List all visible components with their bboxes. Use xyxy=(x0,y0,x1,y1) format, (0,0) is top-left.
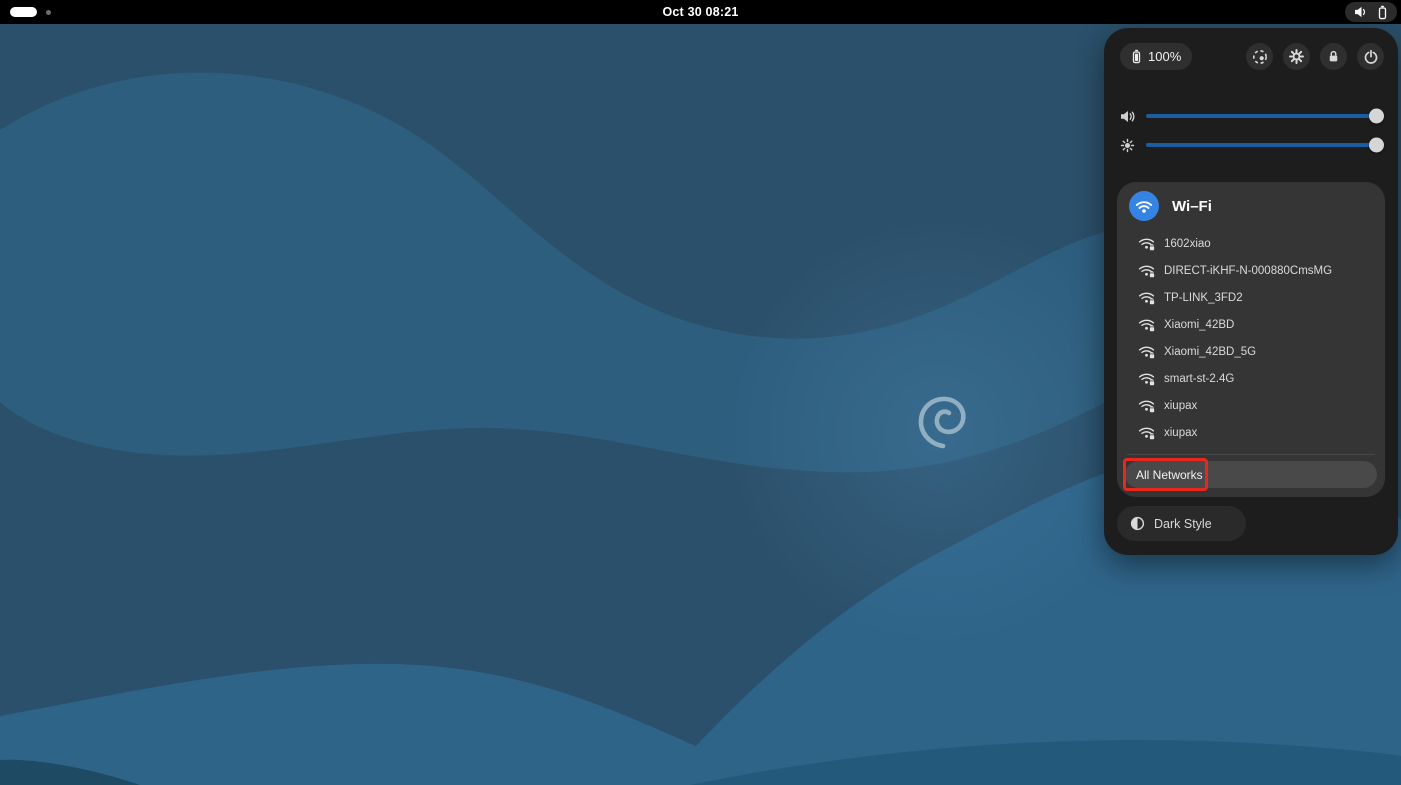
quick-settings-panel: 100% xyxy=(1104,28,1398,555)
network-name: Xiaomi_42BD xyxy=(1164,319,1234,331)
wifi-network-list: 1602xiao DIRECT-iKHF-N-000880CmsMG TP-LI… xyxy=(1117,230,1385,446)
wifi-lock-icon xyxy=(1138,372,1155,386)
wifi-lock-icon xyxy=(1138,291,1155,305)
network-name: 1602xiao xyxy=(1164,238,1211,250)
wifi-circle-icon xyxy=(1129,191,1159,221)
dark-style-icon xyxy=(1130,516,1145,531)
dark-style-toggle[interactable]: Dark Style xyxy=(1117,506,1246,541)
network-item[interactable]: 1602xiao xyxy=(1117,230,1385,257)
clock[interactable]: Oct 30 08:21 xyxy=(0,0,1401,24)
wifi-panel-title: Wi–Fi xyxy=(1172,198,1212,215)
gear-icon xyxy=(1289,49,1304,64)
wifi-lock-icon xyxy=(1138,399,1155,413)
network-name: DIRECT-iKHF-N-000880CmsMG xyxy=(1164,265,1332,277)
system-status-area[interactable] xyxy=(1345,2,1397,22)
brightness-slider[interactable] xyxy=(1146,143,1382,147)
network-name: xiupax xyxy=(1164,427,1197,439)
wifi-lock-icon xyxy=(1138,345,1155,359)
screenshot-button[interactable] xyxy=(1246,43,1273,70)
battery-status-button[interactable]: 100% xyxy=(1120,43,1192,70)
brightness-slider-row xyxy=(1120,137,1382,153)
wifi-panel-header: Wi–Fi xyxy=(1129,191,1212,221)
network-item[interactable]: Xiaomi_42BD xyxy=(1117,311,1385,338)
network-name: smart-st-2.4G xyxy=(1164,373,1234,385)
network-item[interactable]: Xiaomi_42BD_5G xyxy=(1117,338,1385,365)
desktop: Oct 30 08:21 100% xyxy=(0,0,1401,785)
divider xyxy=(1127,454,1375,455)
all-networks-button[interactable]: All Networks xyxy=(1125,461,1377,488)
wifi-lock-icon xyxy=(1138,426,1155,440)
brightness-icon xyxy=(1120,138,1135,153)
speaker-icon xyxy=(1120,110,1136,123)
network-name: Xiaomi_42BD_5G xyxy=(1164,346,1256,358)
network-item[interactable]: smart-st-2.4G xyxy=(1117,365,1385,392)
lock-button[interactable] xyxy=(1320,43,1347,70)
network-item[interactable]: TP-LINK_3FD2 xyxy=(1117,284,1385,311)
network-name: TP-LINK_3FD2 xyxy=(1164,292,1243,304)
volume-slider-row xyxy=(1120,108,1382,124)
lock-icon xyxy=(1326,49,1341,64)
power-button[interactable] xyxy=(1357,43,1384,70)
settings-button[interactable] xyxy=(1283,43,1310,70)
battery-icon xyxy=(1377,5,1388,20)
network-item[interactable]: DIRECT-iKHF-N-000880CmsMG xyxy=(1117,257,1385,284)
screenshot-icon xyxy=(1252,49,1268,65)
battery-icon xyxy=(1131,49,1142,64)
wifi-lock-icon xyxy=(1138,237,1155,251)
header-buttons xyxy=(1246,43,1384,70)
brightness-slider-knob[interactable] xyxy=(1369,138,1384,153)
network-name: xiupax xyxy=(1164,400,1197,412)
wifi-lock-icon xyxy=(1138,264,1155,278)
wifi-icon xyxy=(1135,199,1153,214)
top-bar: Oct 30 08:21 xyxy=(0,0,1401,24)
wifi-lock-icon xyxy=(1138,318,1155,332)
power-icon xyxy=(1363,49,1379,65)
battery-percent-label: 100% xyxy=(1148,49,1181,64)
network-item[interactable]: xiupax xyxy=(1117,419,1385,446)
volume-icon xyxy=(1354,6,1369,18)
network-item[interactable]: xiupax xyxy=(1117,392,1385,419)
volume-slider[interactable] xyxy=(1146,114,1382,118)
wifi-networks-panel: Wi–Fi 1602xiao DIRECT-iKHF-N-000880CmsMG… xyxy=(1117,182,1385,497)
quick-settings-header: 100% xyxy=(1120,43,1384,70)
dark-style-label: Dark Style xyxy=(1154,517,1212,531)
all-networks-label: All Networks xyxy=(1136,468,1203,482)
volume-slider-knob[interactable] xyxy=(1369,109,1384,124)
